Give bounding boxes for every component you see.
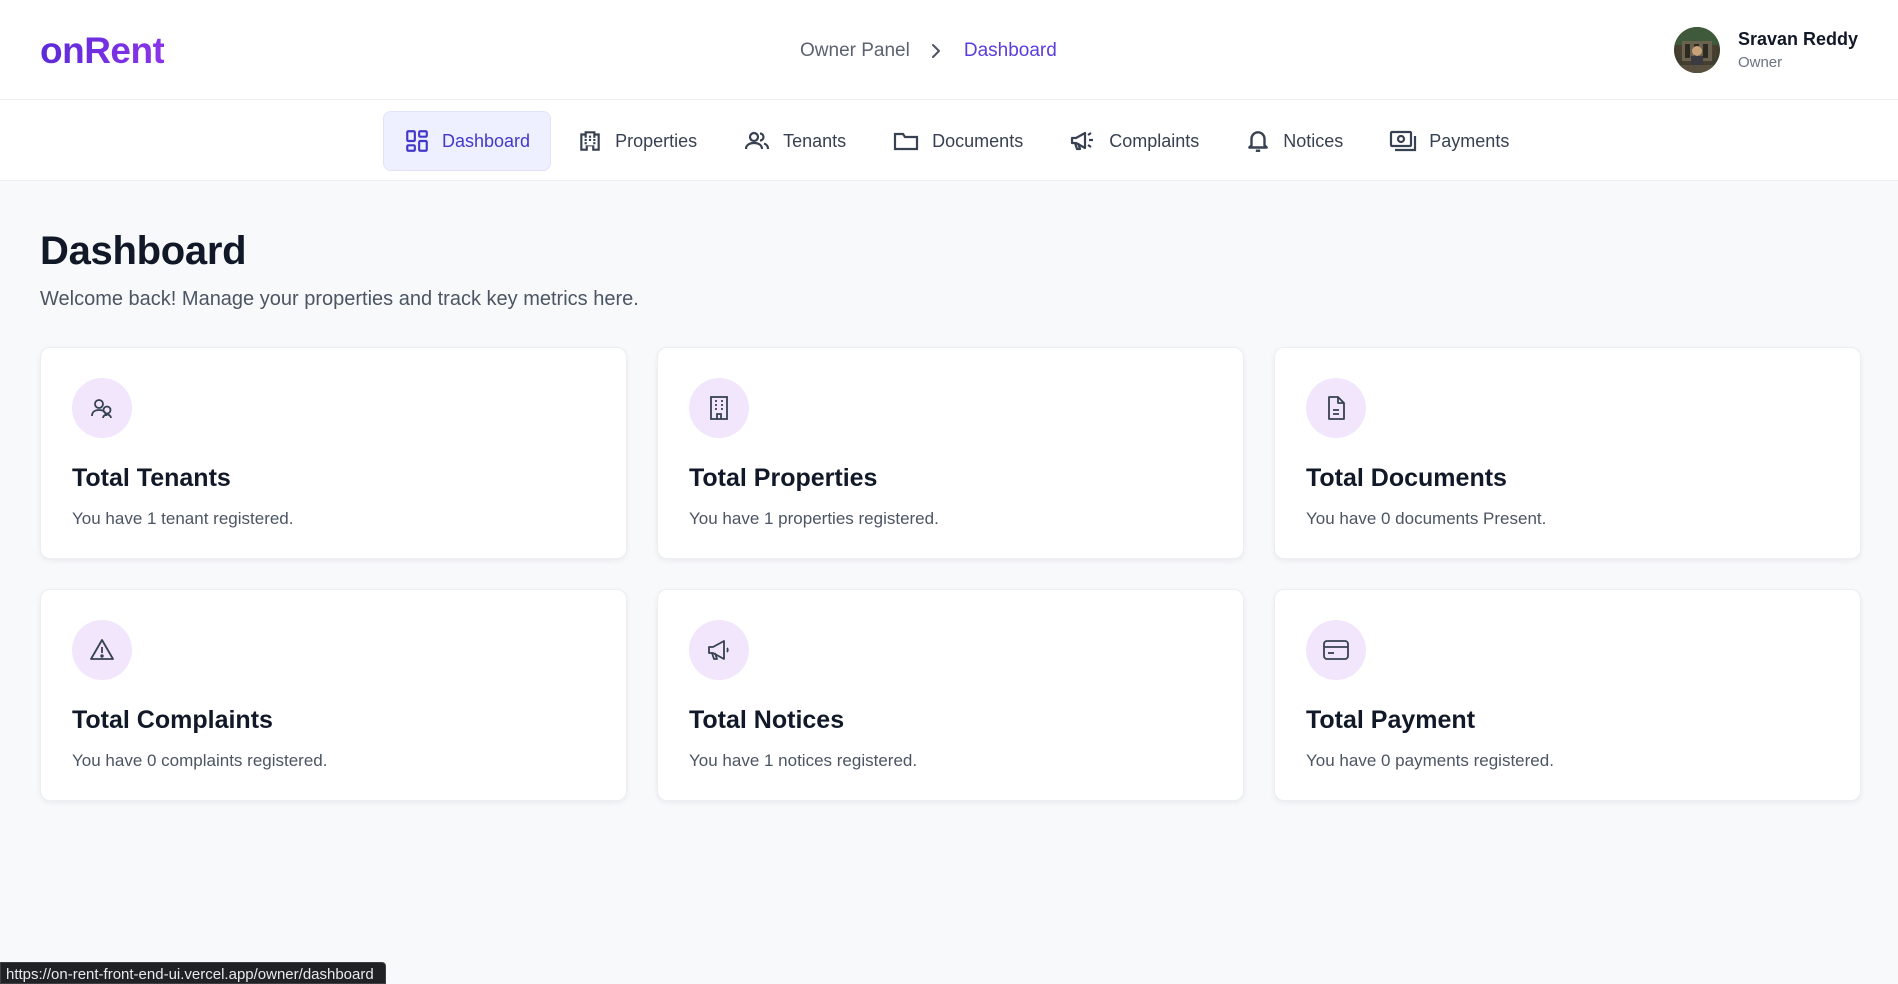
folder-icon [894,132,919,151]
nav-complaints[interactable]: Complaints [1049,111,1219,171]
user-profile[interactable]: Sravan Reddy Owner [1673,27,1858,73]
nav-label: Documents [932,130,1024,151]
avatar[interactable] [1673,27,1720,73]
warning-icon [72,620,132,680]
nav-label: Payments [1429,130,1510,151]
nav-documents[interactable]: Documents [872,111,1043,171]
card-title: Total Payment [1306,706,1476,734]
breadcrumb: Owner Panel Dashboard [800,40,1057,62]
chevron-right-icon [930,43,942,59]
card-title: Total Notices [689,706,845,734]
cash-icon [1390,130,1417,152]
nav-label: Tenants [783,130,847,151]
megaphone-icon [689,620,749,680]
card-total-properties[interactable]: Total Properties You have 1 properties r… [657,347,1244,559]
card-total-notices[interactable]: Total Notices You have 1 notices registe… [657,589,1244,801]
dashboard-icon [406,130,428,152]
nav-tenants[interactable]: Tenants [723,111,866,171]
metrics-grid: Total Tenants You have 1 tenant register… [40,347,1861,801]
credit-card-icon [1306,620,1366,680]
nav-notices[interactable]: Notices [1225,111,1363,171]
building-icon [689,378,749,438]
users-icon [745,131,770,150]
megaphone-icon [1071,131,1094,151]
card-description: You have 1 tenant registered. [72,509,294,528]
card-title: Total Documents [1306,464,1507,492]
main-nav: Dashboard Properties Tenants Documents C… [383,111,1535,171]
nav-payments[interactable]: Payments [1369,111,1529,171]
breadcrumb-dashboard: Dashboard [963,40,1057,61]
card-description: You have 1 notices registered. [689,751,918,770]
card-title: Total Properties [689,464,878,492]
page-title: Dashboard [40,229,247,273]
nav-label: Properties [615,130,698,151]
browser-status-url: https://on-rent-front-end-ui.vercel.app/… [0,962,386,984]
bell-icon [1248,131,1269,152]
nav-dashboard[interactable]: Dashboard [383,111,552,171]
nav-properties[interactable]: Properties [557,111,717,171]
building-icon [580,131,600,151]
card-total-payment[interactable]: Total Payment You have 0 payments regist… [1274,589,1861,801]
page-subtitle: Welcome back! Manage your properties and… [40,288,639,310]
main-nav-bar: Dashboard Properties Tenants Documents C… [0,100,1898,181]
nav-label: Dashboard [442,130,531,151]
nav-label: Notices [1283,130,1344,151]
card-description: You have 0 documents Present. [1306,509,1547,528]
user-role: Owner [1737,54,1783,71]
card-total-documents[interactable]: Total Documents You have 0 documents Pre… [1274,347,1861,559]
card-description: You have 0 payments registered. [1306,751,1554,770]
card-total-complaints[interactable]: Total Complaints You have 0 complaints r… [40,589,627,801]
users-icon [72,378,132,438]
card-title: Total Tenants [72,464,231,492]
main-content: Dashboard Welcome back! Manage your prop… [0,229,1898,801]
card-description: You have 1 properties registered. [689,509,939,528]
card-total-tenants[interactable]: Total Tenants You have 1 tenant register… [40,347,627,559]
card-title: Total Complaints [72,706,273,734]
document-icon [1306,378,1366,438]
top-header: onRent Owner Panel Dashboard Sravan Redd… [0,0,1898,100]
app-logo[interactable]: onRent [40,30,165,72]
user-name: Sravan Reddy [1737,29,1858,49]
card-description: You have 0 complaints registered. [72,751,328,770]
nav-label: Complaints [1109,130,1200,151]
breadcrumb-owner-panel[interactable]: Owner Panel [800,40,910,62]
